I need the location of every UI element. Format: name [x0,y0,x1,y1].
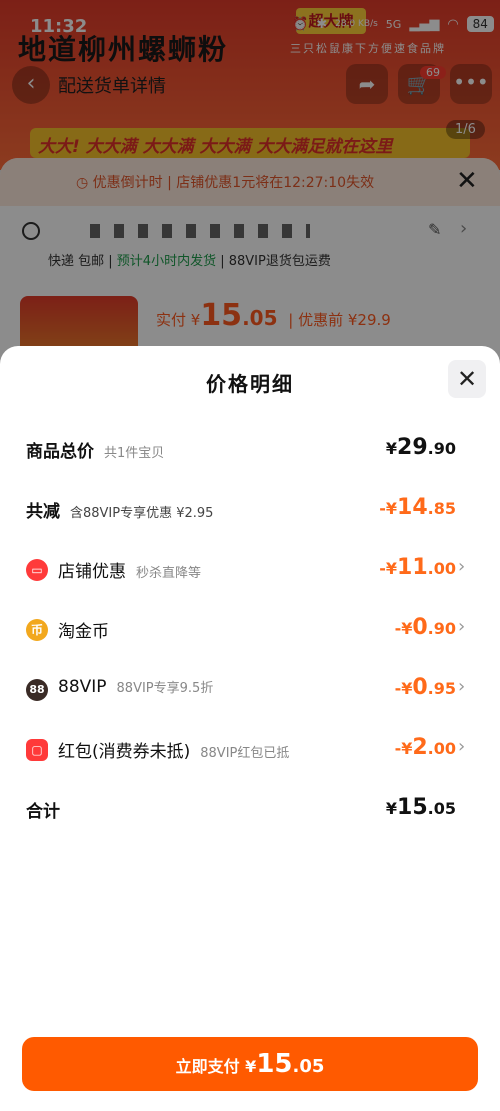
chevron-right-icon: › [458,676,466,697]
store-coupon-icon: ▭ [26,559,48,581]
chevron-right-icon: › [458,616,466,637]
row-label: 合计 [26,802,60,822]
row-sub: 共1件宝贝 [104,446,165,461]
row-amount: -¥0.95 [394,675,456,700]
row-label: 商品总价 [26,442,94,462]
chevron-right-icon: › [458,736,466,757]
row-amount: ¥15.05 [385,795,456,820]
pay-now-button[interactable]: 立即支付 ¥15.05 [22,1037,478,1091]
price-row-red-packet[interactable]: ▢ 红包(消费券未抵) 88VIP红包已抵 -¥2.00 › [0,729,500,769]
pay-button-int: 15 [256,1049,293,1079]
row-sub: 88VIP红包已抵 [200,746,290,761]
row-amount: ¥29.90 [385,435,456,460]
row-amount: -¥14.85 [379,495,456,520]
price-row-total: 合计 ¥15.05 [0,789,500,829]
pay-button-dec: .05 [292,1056,325,1077]
price-row-taojinbi[interactable]: 币 淘金币 -¥0.90 › [0,609,500,649]
row-sub: 秒杀直降等 [136,566,202,581]
gold-coin-icon: 币 [26,619,48,641]
red-packet-icon: ▢ [26,739,48,761]
row-amount: -¥2.00 [394,735,456,760]
88vip-icon: 88 [26,679,48,701]
modal-title: 价格明细 [206,372,294,396]
row-label: 88VIP [58,677,107,697]
price-row-store-discount[interactable]: ▭ 店铺优惠 秒杀直降等 -¥11.00 › [0,549,500,589]
row-label: 店铺优惠 [58,562,126,582]
row-amount: -¥0.90 [394,615,456,640]
price-detail-modal: 价格明细 ✕ 商品总价 共1件宝贝 ¥29.90 共减 含88VIP专享优惠 ¥2.… [0,346,500,1111]
row-amount: -¥11.00 [379,555,456,580]
modal-close-button[interactable]: ✕ [448,360,486,398]
row-label: 红包(消费券未抵) [58,742,191,762]
row-sub: 含88VIP专享优惠 ¥2.95 [70,506,214,521]
price-row-total-discount: 共减 含88VIP专享优惠 ¥2.95 -¥14.85 [0,489,500,529]
chevron-right-icon: › [458,556,466,577]
price-row-88vip[interactable]: 88 88VIP 88VIP专享9.5折 -¥0.95 › [0,669,500,709]
row-label: 淘金币 [58,622,109,642]
price-row-subtotal: 商品总价 共1件宝贝 ¥29.90 [0,429,500,469]
row-label: 共减 [26,502,60,522]
row-sub: 88VIP专享9.5折 [116,681,214,696]
close-icon: ✕ [456,365,478,393]
pay-button-label: 立即支付 ¥ [175,1057,257,1076]
